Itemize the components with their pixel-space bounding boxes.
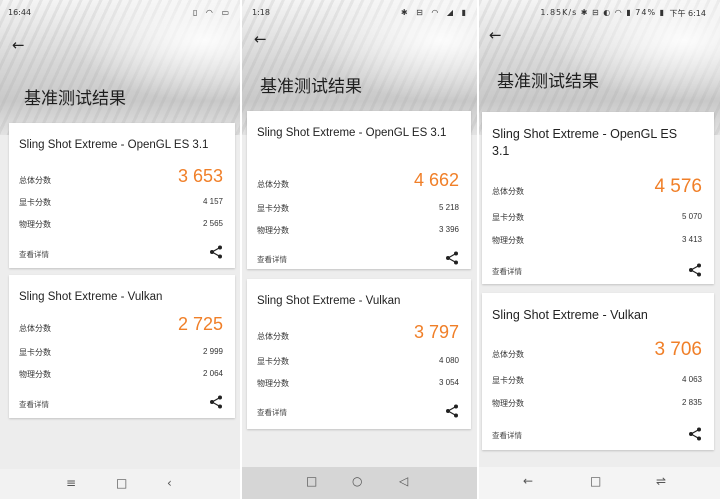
back-arrow-icon[interactable]: ← — [489, 26, 502, 44]
phone-screen-2: 1:18 ✱ ⊟ ◠ ◢ ▮ ← 基准测试结果 Sling Shot Extre… — [242, 0, 477, 499]
card-title: Sling Shot Extreme - Vulkan — [257, 295, 401, 307]
status-icons: ▯ ◠ ▭ — [192, 8, 232, 17]
view-details-link[interactable]: 查看详情 — [492, 430, 522, 441]
physics-score-value: 3 054 — [438, 378, 459, 387]
view-details-link[interactable]: 查看详情 — [19, 399, 49, 410]
share-icon[interactable] — [209, 245, 223, 259]
navigation-bar: □ ○ ◁ — [242, 467, 477, 499]
physics-score-label: 物理分数 — [257, 226, 289, 235]
physics-score-value: 2 064 — [202, 369, 223, 378]
total-score-value: 2 725 — [177, 314, 223, 334]
gpu-score-label: 显卡分数 — [492, 213, 524, 222]
physics-score-label: 物理分数 — [257, 379, 289, 388]
gpu-score-label: 显卡分数 — [19, 198, 51, 207]
back-nav-icon[interactable]: ◁ — [399, 474, 408, 488]
gpu-score-value: 2 999 — [202, 347, 223, 356]
status-icons: 1.85K/s ✱ ⊟ ◐ ◠ ▮ 74% ▮ — [540, 8, 665, 17]
card-title: Sling Shot Extreme - OpenGL ES 3.1 — [492, 127, 678, 158]
home-nav-icon[interactable]: ○ — [352, 474, 362, 488]
total-score-label: 总体分数 — [492, 187, 524, 196]
status-bar: 1:18 ✱ ⊟ ◠ ◢ ▮ — [242, 0, 477, 26]
total-score-value: 4 662 — [413, 170, 459, 190]
physics-score-value: 2 565 — [202, 219, 223, 228]
share-icon[interactable] — [445, 251, 459, 265]
gpu-score-label: 显卡分数 — [19, 348, 51, 357]
phone-screen-3: 下午 6:14 1.85K/s ✱ ⊟ ◐ ◠ ▮ 74% ▮ ← 基准测试结果… — [479, 0, 720, 499]
page-title: 基准测试结果 — [497, 72, 599, 92]
view-details-link[interactable]: 查看详情 — [257, 407, 287, 418]
back-arrow-icon[interactable]: ← — [12, 36, 25, 54]
opengl-result-card: Sling Shot Extreme - OpenGL ES 3.1 总体分数 … — [247, 111, 471, 269]
gpu-score-value: 4 063 — [681, 375, 702, 384]
view-details-link[interactable]: 查看详情 — [492, 266, 522, 277]
status-bar: 16:44 ▯ ◠ ▭ — [0, 0, 240, 26]
gpu-score-value: 4 157 — [202, 197, 223, 206]
card-title: Sling Shot Extreme - OpenGL ES 3.1 — [19, 139, 209, 151]
gpu-score-value: 5 218 — [438, 203, 459, 212]
total-score-label: 总体分数 — [19, 176, 51, 185]
status-bar: 下午 6:14 1.85K/s ✱ ⊟ ◐ ◠ ▮ 74% ▮ — [479, 0, 720, 26]
physics-score-label: 物理分数 — [19, 370, 51, 379]
recents-nav-icon[interactable]: ⇌ — [656, 474, 666, 488]
physics-score-label: 物理分数 — [492, 399, 524, 408]
physics-score-value: 3 413 — [681, 235, 702, 244]
physics-score-label: 物理分数 — [19, 220, 51, 229]
gpu-score-label: 显卡分数 — [257, 357, 289, 366]
total-score-value: 3 797 — [413, 322, 459, 342]
physics-score-label: 物理分数 — [492, 236, 524, 245]
total-score-label: 总体分数 — [492, 350, 524, 359]
card-title: Sling Shot Extreme - Vulkan — [492, 308, 648, 322]
card-title: Sling Shot Extreme - Vulkan — [19, 291, 163, 303]
opengl-result-card: Sling Shot Extreme - OpenGL ES 3.1 总体分数 … — [482, 112, 714, 284]
share-icon[interactable] — [688, 263, 702, 277]
navigation-bar: ≡ □ ‹ — [0, 469, 240, 499]
page-title: 基准测试结果 — [24, 89, 126, 109]
page-title: 基准测试结果 — [260, 77, 362, 97]
view-details-link[interactable]: 查看详情 — [257, 254, 287, 265]
back-nav-icon[interactable]: ‹ — [167, 476, 172, 490]
phone-screen-1: 16:44 ▯ ◠ ▭ ← 基准测试结果 Sling Shot Extreme … — [0, 0, 240, 499]
vulkan-result-card: Sling Shot Extreme - Vulkan 总体分数 3 706 显… — [482, 293, 714, 450]
status-time: 16:44 — [8, 8, 32, 17]
vulkan-result-card: Sling Shot Extreme - Vulkan 总体分数 2 725 显… — [9, 275, 235, 418]
total-score-label: 总体分数 — [257, 180, 289, 189]
share-icon[interactable] — [445, 404, 459, 418]
home-nav-icon[interactable]: □ — [590, 474, 601, 488]
status-icons: ✱ ⊟ ◠ ◢ ▮ — [400, 8, 469, 17]
physics-score-value: 2 835 — [681, 398, 702, 407]
view-details-link[interactable]: 查看详情 — [19, 249, 49, 260]
total-score-value: 4 576 — [654, 176, 702, 197]
vulkan-result-card: Sling Shot Extreme - Vulkan 总体分数 3 797 显… — [247, 279, 471, 429]
status-time: 1:18 — [252, 8, 270, 17]
recents-nav-icon[interactable]: □ — [306, 474, 317, 488]
share-icon[interactable] — [688, 427, 702, 441]
total-score-value: 3 653 — [177, 166, 223, 186]
gpu-score-label: 显卡分数 — [257, 204, 289, 213]
opengl-result-card: Sling Shot Extreme - OpenGL ES 3.1 总体分数 … — [9, 123, 235, 268]
physics-score-value: 3 396 — [438, 225, 459, 234]
total-score-value: 3 706 — [654, 339, 702, 360]
total-score-label: 总体分数 — [257, 332, 289, 341]
status-time: 下午 6:14 — [669, 9, 706, 18]
menu-nav-icon[interactable]: ≡ — [66, 476, 76, 490]
gpu-score-value: 4 080 — [438, 356, 459, 365]
share-icon[interactable] — [209, 395, 223, 409]
gpu-score-value: 5 070 — [681, 212, 702, 221]
back-nav-icon[interactable]: ← — [523, 474, 533, 488]
gpu-score-label: 显卡分数 — [492, 376, 524, 385]
home-nav-icon[interactable]: □ — [116, 476, 127, 490]
back-arrow-icon[interactable]: ← — [254, 30, 267, 48]
navigation-bar: ← □ ⇌ — [479, 467, 720, 499]
card-title: Sling Shot Extreme - OpenGL ES 3.1 — [257, 127, 447, 139]
total-score-label: 总体分数 — [19, 324, 51, 333]
